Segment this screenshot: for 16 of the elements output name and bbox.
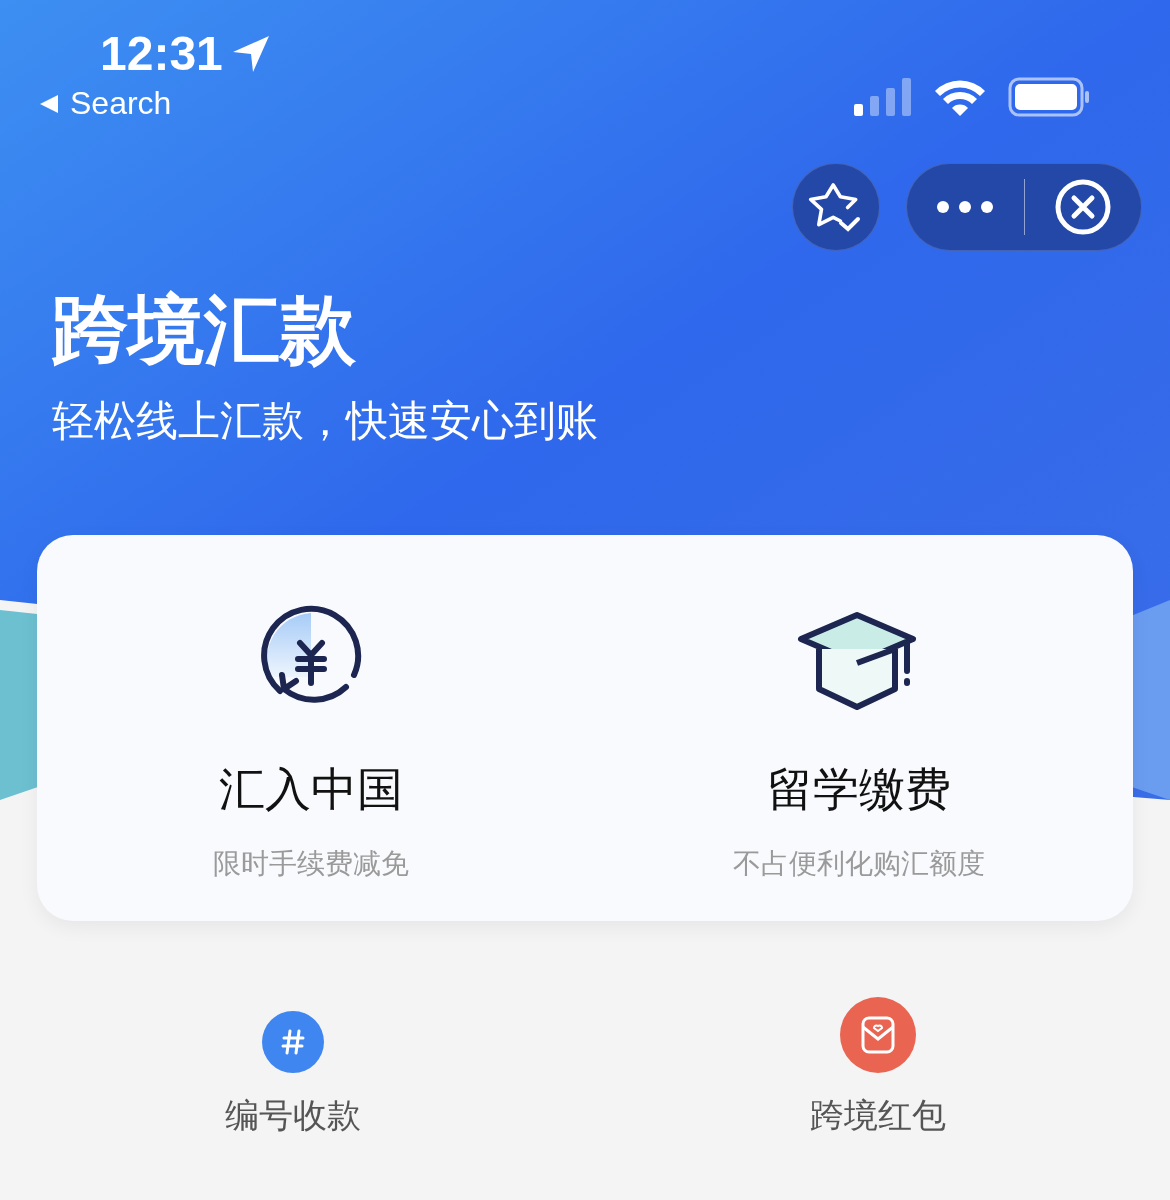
battery-icon — [1008, 77, 1090, 117]
page-title: 跨境汇款 — [52, 285, 357, 375]
signal-icon — [854, 78, 912, 116]
more-icon — [936, 200, 995, 214]
status-time: 12:31 — [100, 26, 223, 81]
service-shortcut[interactable]: 跨境红包 — [585, 995, 1170, 1139]
service-title[interactable]: 留学缴费 — [767, 761, 951, 817]
service-shortcut[interactable]: 编号收款 — [0, 995, 585, 1139]
wifi-icon — [934, 78, 986, 116]
service-description: 限时手续费减免 — [213, 846, 409, 882]
page-subtitle: 轻松线上汇款，快速安心到账 — [52, 395, 599, 447]
service-title[interactable]: 汇入中国 — [219, 761, 403, 817]
back-triangle-icon — [38, 92, 60, 115]
service-description: 不占便利化购汇额度 — [733, 846, 985, 882]
close-icon — [1054, 179, 1111, 235]
back-button[interactable]: Search — [38, 85, 271, 122]
